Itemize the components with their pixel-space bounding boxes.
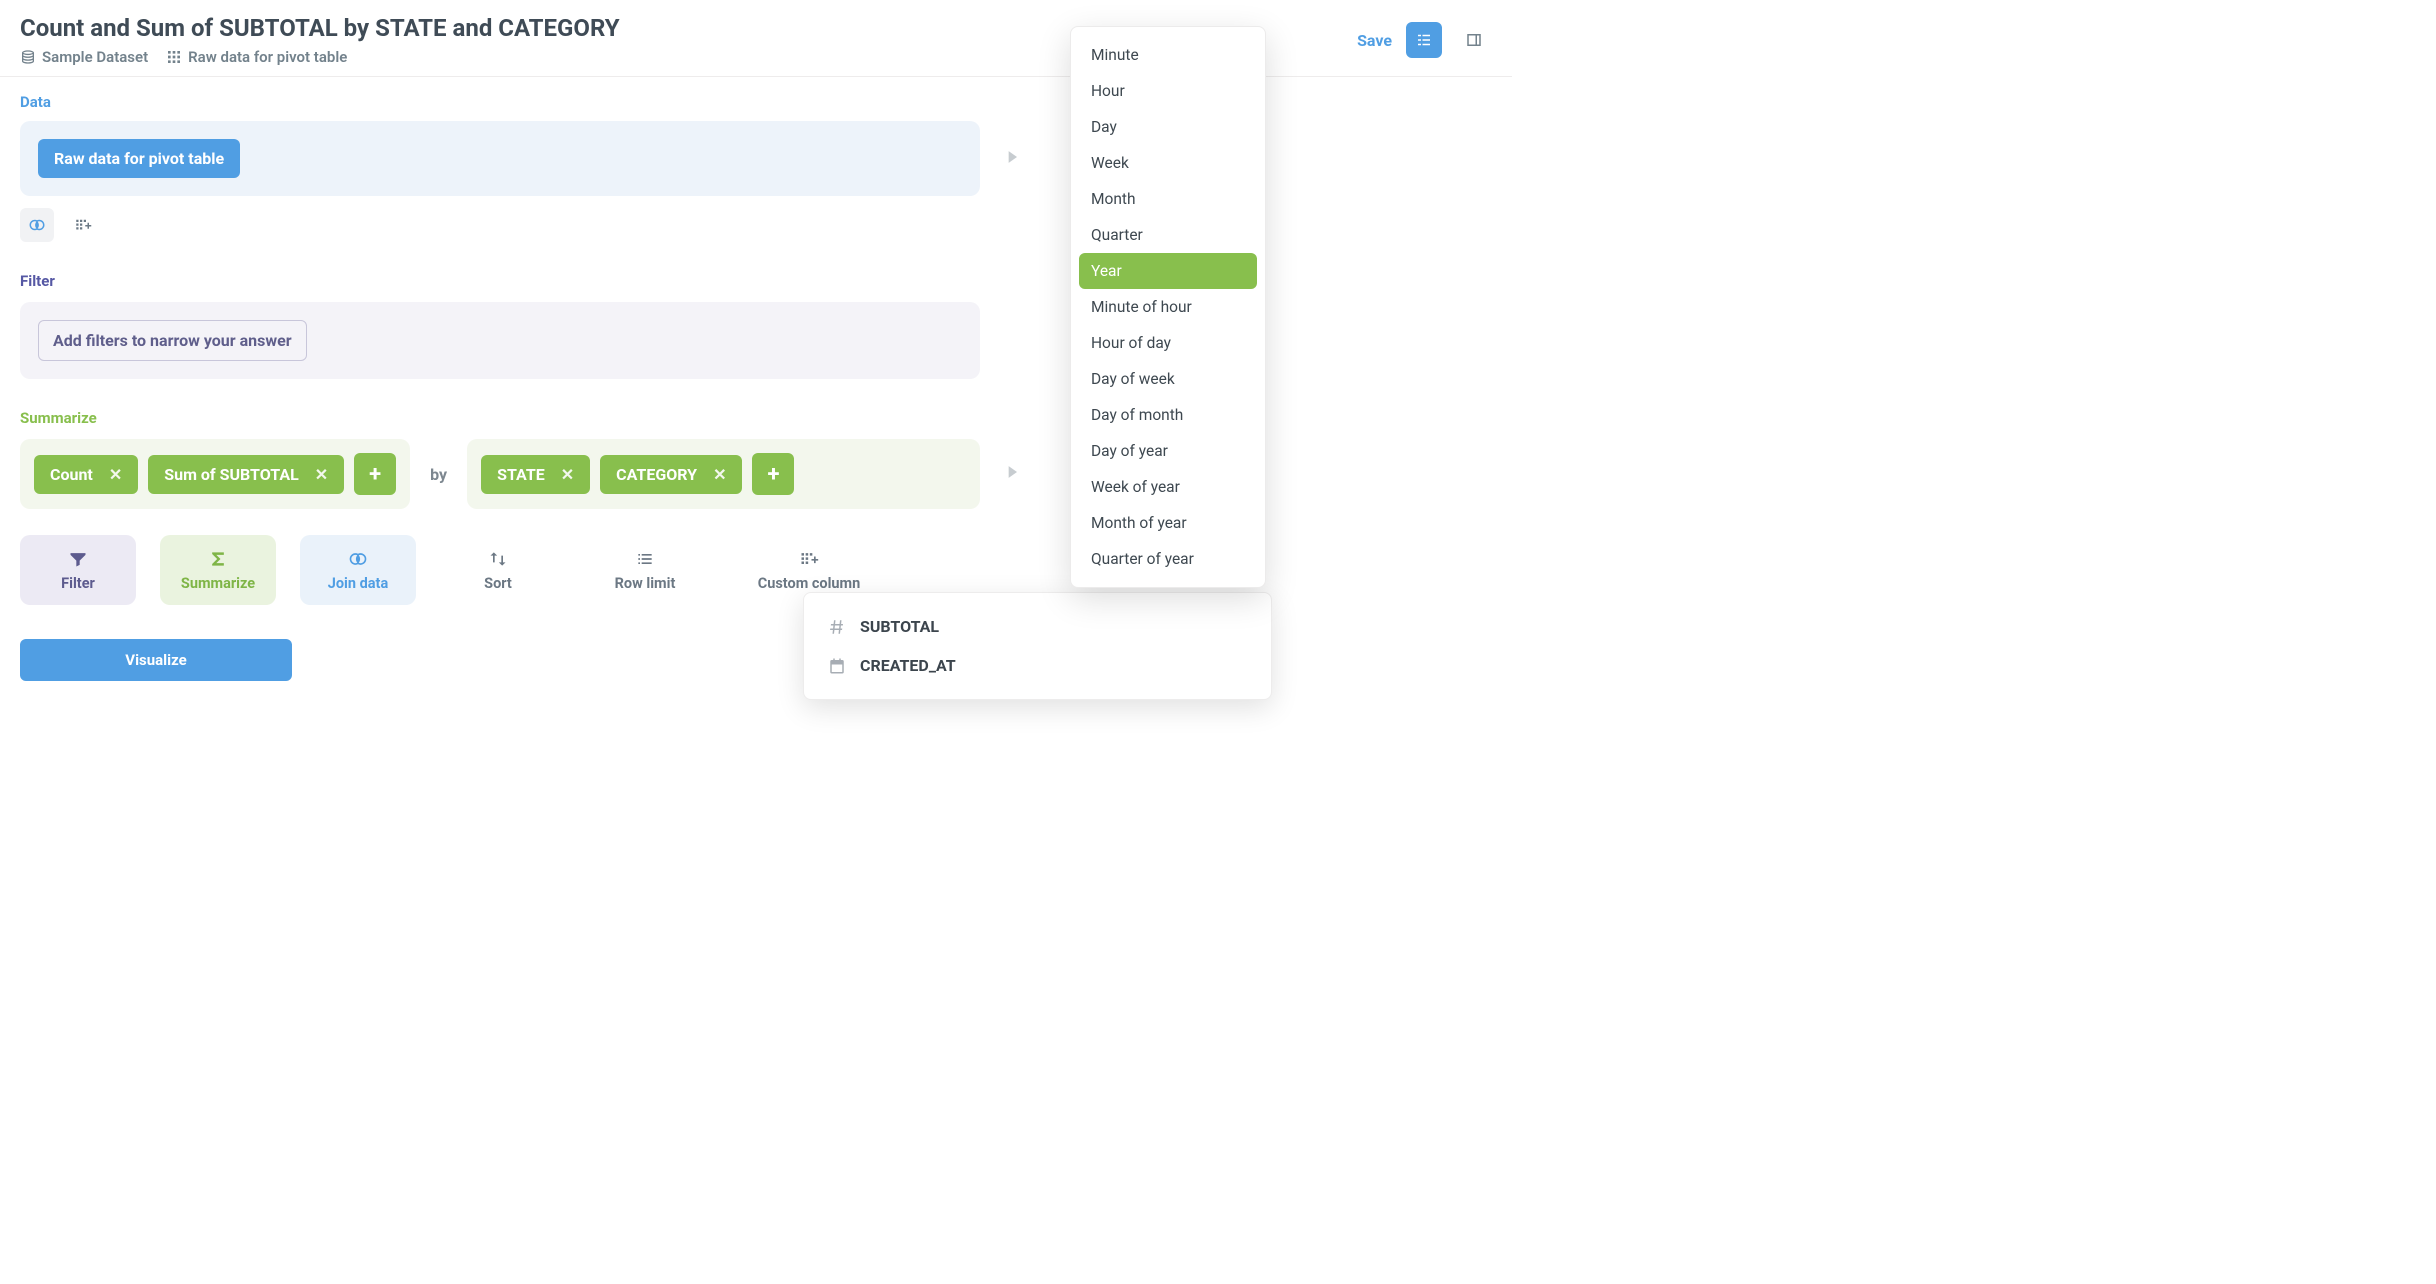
data-panel: Raw data for pivot table xyxy=(20,121,980,196)
action-filter[interactable]: Filter xyxy=(20,535,136,605)
aggregation-pill-count-label: Count xyxy=(50,465,93,484)
add-aggregation-button[interactable]: + xyxy=(354,453,396,495)
breakout-pill-state[interactable]: STATE ✕ xyxy=(481,455,590,494)
filter-icon xyxy=(68,549,88,569)
add-filter-button[interactable]: Add filters to narrow your answer xyxy=(38,320,307,361)
aggregation-box: Count ✕ Sum of SUBTOTAL ✕ + xyxy=(20,439,410,509)
time-bucket-menu: MinuteHourDayWeekMonthQuarterYearMinute … xyxy=(1070,26,1266,588)
chevron-right-icon xyxy=(1002,462,1022,482)
time-bucket-option[interactable]: Quarter of year xyxy=(1071,541,1265,577)
time-bucket-option[interactable]: Hour xyxy=(1071,73,1265,109)
action-sort-label: Sort xyxy=(484,575,512,592)
venn-icon xyxy=(28,216,46,234)
join-icon-button[interactable] xyxy=(20,208,54,242)
section-label-filter: Filter xyxy=(20,272,980,290)
breadcrumb-table[interactable]: Raw data for pivot table xyxy=(166,48,347,66)
summarize-panel: Count ✕ Sum of SUBTOTAL ✕ + by STATE ✕ C… xyxy=(20,439,980,509)
breadcrumb-dataset-label: Sample Dataset xyxy=(42,48,148,66)
aggregation-pill-count[interactable]: Count ✕ xyxy=(34,455,138,494)
data-toolbar xyxy=(20,208,980,242)
time-bucket-option[interactable]: Quarter xyxy=(1071,217,1265,253)
sort-icon xyxy=(488,549,508,569)
add-breakout-button[interactable]: + xyxy=(752,453,794,495)
chevron-right-icon xyxy=(1002,147,1022,167)
editor-view-button[interactable] xyxy=(1406,22,1442,58)
action-sort[interactable]: Sort xyxy=(440,535,556,605)
time-bucket-option[interactable]: Minute xyxy=(1071,37,1265,73)
venn-icon xyxy=(348,549,368,569)
summarize-next-step-arrow[interactable] xyxy=(1002,462,1022,486)
aggregation-pill-sum-label: Sum of SUBTOTAL xyxy=(164,465,298,484)
time-bucket-option[interactable]: Week of year xyxy=(1071,469,1265,505)
action-row-limit-label: Row limit xyxy=(615,575,676,592)
breakout-pill-category-label: CATEGORY xyxy=(616,465,697,484)
calendar-icon xyxy=(828,657,846,675)
data-next-step-arrow[interactable] xyxy=(1002,147,1022,171)
custom-column-icon-button[interactable] xyxy=(66,208,100,242)
page-title[interactable]: Count and Sum of SUBTOTAL by STATE and C… xyxy=(20,14,620,42)
database-icon xyxy=(20,49,36,65)
action-row-limit[interactable]: Row limit xyxy=(580,535,710,605)
column-option-subtotal[interactable]: SUBTOTAL xyxy=(804,607,1271,646)
close-icon[interactable]: ✕ xyxy=(109,465,122,484)
close-icon[interactable]: ✕ xyxy=(561,465,574,484)
time-bucket-option[interactable]: Day of year xyxy=(1071,433,1265,469)
time-bucket-option[interactable]: Week xyxy=(1071,145,1265,181)
breakout-pill-category[interactable]: CATEGORY ✕ xyxy=(600,455,742,494)
time-bucket-option[interactable]: Day of week xyxy=(1071,361,1265,397)
data-source-pill[interactable]: Raw data for pivot table xyxy=(38,139,240,178)
breakout-pill-state-label: STATE xyxy=(497,465,545,484)
action-custom-column-label: Custom column xyxy=(758,575,861,592)
time-bucket-option[interactable]: Month xyxy=(1071,181,1265,217)
detail-view-button[interactable] xyxy=(1456,22,1492,58)
sidebar-icon xyxy=(1465,31,1483,49)
time-bucket-option[interactable]: Year xyxy=(1079,253,1257,289)
column-option-created-at-label: CREATED_AT xyxy=(860,656,956,675)
close-icon[interactable]: ✕ xyxy=(713,465,726,484)
section-label-data: Data xyxy=(20,93,980,111)
column-option-created-at[interactable]: CREATED_AT xyxy=(804,646,1271,685)
header-right: Save xyxy=(1357,14,1492,58)
list-icon xyxy=(635,549,655,569)
add-column-icon xyxy=(799,549,819,569)
close-icon[interactable]: ✕ xyxy=(315,465,328,484)
breakout-box: STATE ✕ CATEGORY ✕ + xyxy=(467,439,980,509)
add-column-icon xyxy=(74,216,92,234)
header-left: Count and Sum of SUBTOTAL by STATE and C… xyxy=(20,14,620,66)
by-label: by xyxy=(430,465,447,484)
visualize-button[interactable]: Visualize xyxy=(20,639,292,681)
breadcrumb: Sample Dataset Raw data for pivot table xyxy=(20,48,620,66)
action-summarize[interactable]: Summarize xyxy=(160,535,276,605)
hash-icon xyxy=(828,618,846,636)
grid-icon xyxy=(166,49,182,65)
time-bucket-option[interactable]: Day of month xyxy=(1071,397,1265,433)
column-picker-popover: SUBTOTAL CREATED_AT xyxy=(803,592,1272,700)
filter-panel: Add filters to narrow your answer xyxy=(20,302,980,379)
breadcrumb-table-label: Raw data for pivot table xyxy=(188,48,347,66)
section-label-summarize: Summarize xyxy=(20,409,980,427)
breadcrumb-dataset[interactable]: Sample Dataset xyxy=(20,48,148,66)
notebook-icon xyxy=(1415,31,1433,49)
action-join-label: Join data xyxy=(328,575,388,592)
time-bucket-option[interactable]: Month of year xyxy=(1071,505,1265,541)
action-join[interactable]: Join data xyxy=(300,535,416,605)
time-bucket-option[interactable]: Minute of hour xyxy=(1071,289,1265,325)
column-option-subtotal-label: SUBTOTAL xyxy=(860,617,939,636)
time-bucket-option[interactable]: Day xyxy=(1071,109,1265,145)
header: Count and Sum of SUBTOTAL by STATE and C… xyxy=(0,0,1512,77)
sigma-icon xyxy=(208,549,228,569)
save-button[interactable]: Save xyxy=(1357,31,1392,50)
action-summarize-label: Summarize xyxy=(181,575,255,592)
data-source-pill-label: Raw data for pivot table xyxy=(54,149,224,168)
aggregation-pill-sum[interactable]: Sum of SUBTOTAL ✕ xyxy=(148,455,344,494)
time-bucket-option[interactable]: Hour of day xyxy=(1071,325,1265,361)
action-filter-label: Filter xyxy=(61,575,95,592)
